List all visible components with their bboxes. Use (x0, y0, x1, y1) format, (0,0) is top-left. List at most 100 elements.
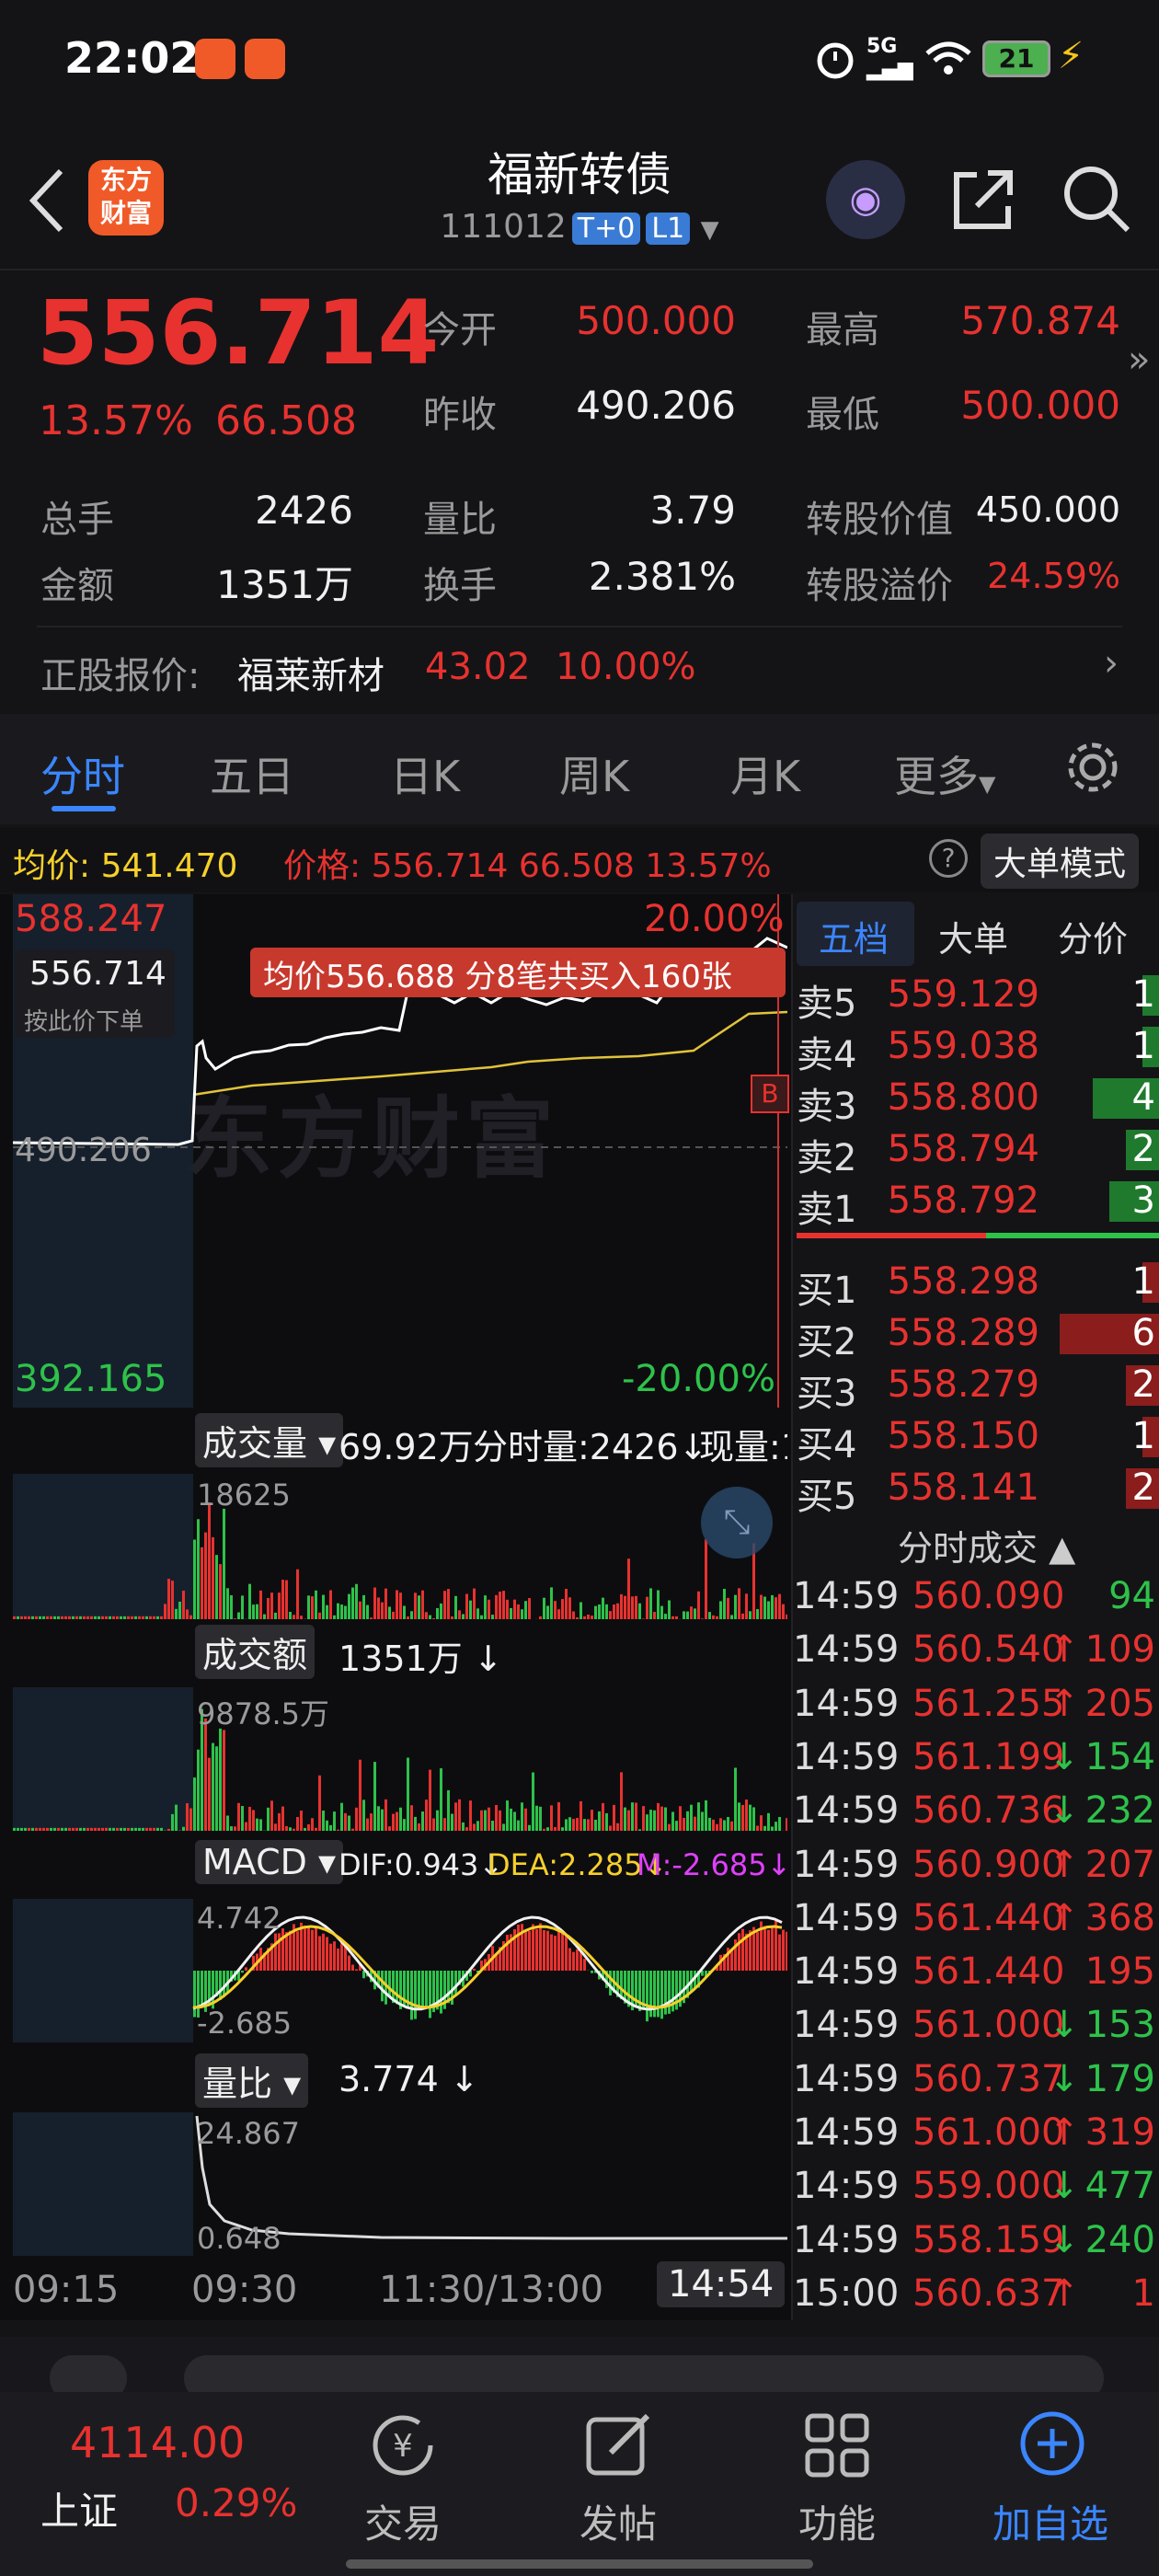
help-icon[interactable]: ? (929, 839, 968, 878)
volume-bar (57, 1827, 60, 1831)
volume-bar (223, 1730, 225, 1831)
nav-functions[interactable]: 功能 (763, 2493, 911, 2549)
tab-price-distribution[interactable]: 分价 (1058, 911, 1128, 961)
macd-bar (767, 1929, 770, 1971)
index-value[interactable]: 4114.00 (70, 2418, 245, 2467)
tab-big-orders[interactable]: 大单 (938, 911, 1008, 961)
page-title: 福新转债 (488, 148, 671, 201)
volume-bar (506, 1599, 509, 1619)
volume-bar (127, 1616, 130, 1619)
volume-ratio-selector[interactable]: 量比 ▾ (195, 2053, 309, 2108)
volume-bar (407, 1616, 409, 1619)
big-order-banner[interactable]: 均价556.688 分8笔共买入160张 (250, 948, 786, 997)
volume-bar (557, 1801, 560, 1831)
buy-marker[interactable]: B (751, 1075, 789, 1113)
volume-bar (616, 1823, 619, 1831)
tab-five-levels[interactable]: 五档 (819, 911, 889, 961)
sell-level-3[interactable]: 卖3 558.800 4 (797, 1073, 1159, 1128)
volume-bar (296, 1816, 299, 1831)
volume-bar (458, 1799, 461, 1831)
sell-level-2[interactable]: 卖4 559.038 1 (797, 1021, 1159, 1076)
trade-time: 14:59 (793, 1735, 900, 1778)
sell-level-5[interactable]: 卖1 558.792 3 (797, 1176, 1159, 1231)
buy-level-1[interactable]: 买1 558.298 1 (797, 1257, 1159, 1312)
buy-level-4[interactable]: 买4 558.150 1 (797, 1411, 1159, 1466)
volume-bar (568, 1817, 571, 1831)
macd-indicator-selector[interactable]: MACD ▾ (195, 1840, 344, 1884)
volume-bar (223, 1508, 225, 1619)
volume-bar (178, 1601, 181, 1619)
tab-5day[interactable]: 五日 (210, 743, 294, 804)
trade-icon[interactable]: ¥ (368, 2410, 438, 2480)
trades-title[interactable]: 分时成交 ▲ (898, 1520, 1075, 1570)
svg-text:¥: ¥ (393, 2428, 413, 2465)
volume-bar (381, 1809, 384, 1831)
macd-bar (550, 1934, 553, 1971)
low-value: 500.000 (960, 383, 1120, 428)
sell-level-4[interactable]: 卖2 558.794 2 (797, 1124, 1159, 1179)
volume-bar (116, 1827, 119, 1831)
volume-bar (719, 1601, 722, 1619)
trade-time: 14:59 (793, 2165, 900, 2208)
volume-bar (344, 1605, 347, 1619)
index-pct[interactable]: 0.29% (175, 2480, 297, 2525)
cursor-price-tag[interactable]: 556.714 按此价下单 (15, 949, 175, 1038)
index-name[interactable]: 上证 (40, 2480, 118, 2536)
l1-tag[interactable]: L1 (646, 213, 691, 245)
underlying-stock-row[interactable]: 正股报价: 福莱新材 43.02 10.00% › (0, 627, 1159, 710)
volume-bar (594, 1819, 597, 1831)
macd-bar (532, 1924, 534, 1971)
trade-direction-icon: ↓ (1049, 1789, 1080, 1833)
avg-price-readout: 均价: 541.470 (13, 847, 238, 885)
add-watchlist-icon[interactable] (1016, 2407, 1089, 2480)
post-icon[interactable] (583, 2410, 653, 2480)
buy-level-3[interactable]: 买3 558.279 2 (797, 1360, 1159, 1415)
big-order-mode-button[interactable]: 大单模式 (981, 834, 1140, 889)
volume-bar (524, 1808, 527, 1831)
trade-row: 14:59 561.440 195 (793, 1950, 1159, 2004)
tab-weekly[interactable]: 周K (559, 743, 629, 804)
trade-direction-icon: ↑ (1049, 2111, 1080, 2154)
nav-post[interactable]: 发帖 (545, 2493, 692, 2549)
turnover-value: 2.381% (588, 554, 736, 599)
volume-bar (256, 1818, 258, 1831)
buy-level-2[interactable]: 买2 558.289 6 (797, 1308, 1159, 1363)
volume-bar (775, 1597, 777, 1619)
volume-bar (598, 1604, 601, 1619)
functions-icon[interactable] (802, 2410, 872, 2480)
volume-bar (587, 1819, 590, 1831)
tab-monthly[interactable]: 月K (730, 743, 800, 804)
fullscreen-icon[interactable]: ⤡ (701, 1487, 773, 1558)
macd-bar (554, 1936, 557, 1971)
volume-bar (491, 1820, 494, 1831)
volume-bar (120, 1827, 122, 1831)
volume-bar (167, 1579, 170, 1619)
trade-qty: 368 (1084, 1896, 1155, 1939)
volume-bar (646, 1596, 648, 1619)
volume-label: 总手 (40, 499, 114, 541)
trade-qty: 232 (1084, 1789, 1155, 1833)
volume-bar (384, 1799, 387, 1831)
dropdown-icon[interactable]: ▼ (701, 216, 719, 244)
macd-bar (557, 1930, 560, 1971)
volume-bar (318, 1775, 321, 1831)
trade-qty: 477 (1084, 2165, 1155, 2208)
volume-bar (267, 1598, 270, 1619)
divider (0, 269, 1159, 270)
trade-price: 561.000 (912, 2111, 1065, 2154)
tab-more[interactable]: 更多▼ (894, 743, 995, 804)
volume-bar (782, 1604, 785, 1619)
tab-daily[interactable]: 日K (390, 743, 460, 804)
volume-indicator-selector[interactable]: 成交量 ▾ (195, 1413, 344, 1467)
nav-trade[interactable]: 交易 (329, 2493, 476, 2549)
trade-price: 561.000 (912, 2004, 1065, 2047)
tab-fenshi[interactable]: 分时 (40, 743, 125, 804)
settings-gear-icon[interactable] (1063, 738, 1122, 797)
volume-bar (451, 1813, 453, 1831)
amount-indicator-selector[interactable]: 成交额 (195, 1625, 316, 1679)
nav-add-watchlist[interactable]: 加自选 (977, 2493, 1124, 2549)
volume-bar (112, 1827, 115, 1831)
expand-chevron-icon[interactable]: » (1128, 339, 1150, 381)
sell-level-1[interactable]: 卖5 559.129 1 (797, 970, 1159, 1025)
buy-level-5[interactable]: 买5 558.141 2 (797, 1463, 1159, 1518)
